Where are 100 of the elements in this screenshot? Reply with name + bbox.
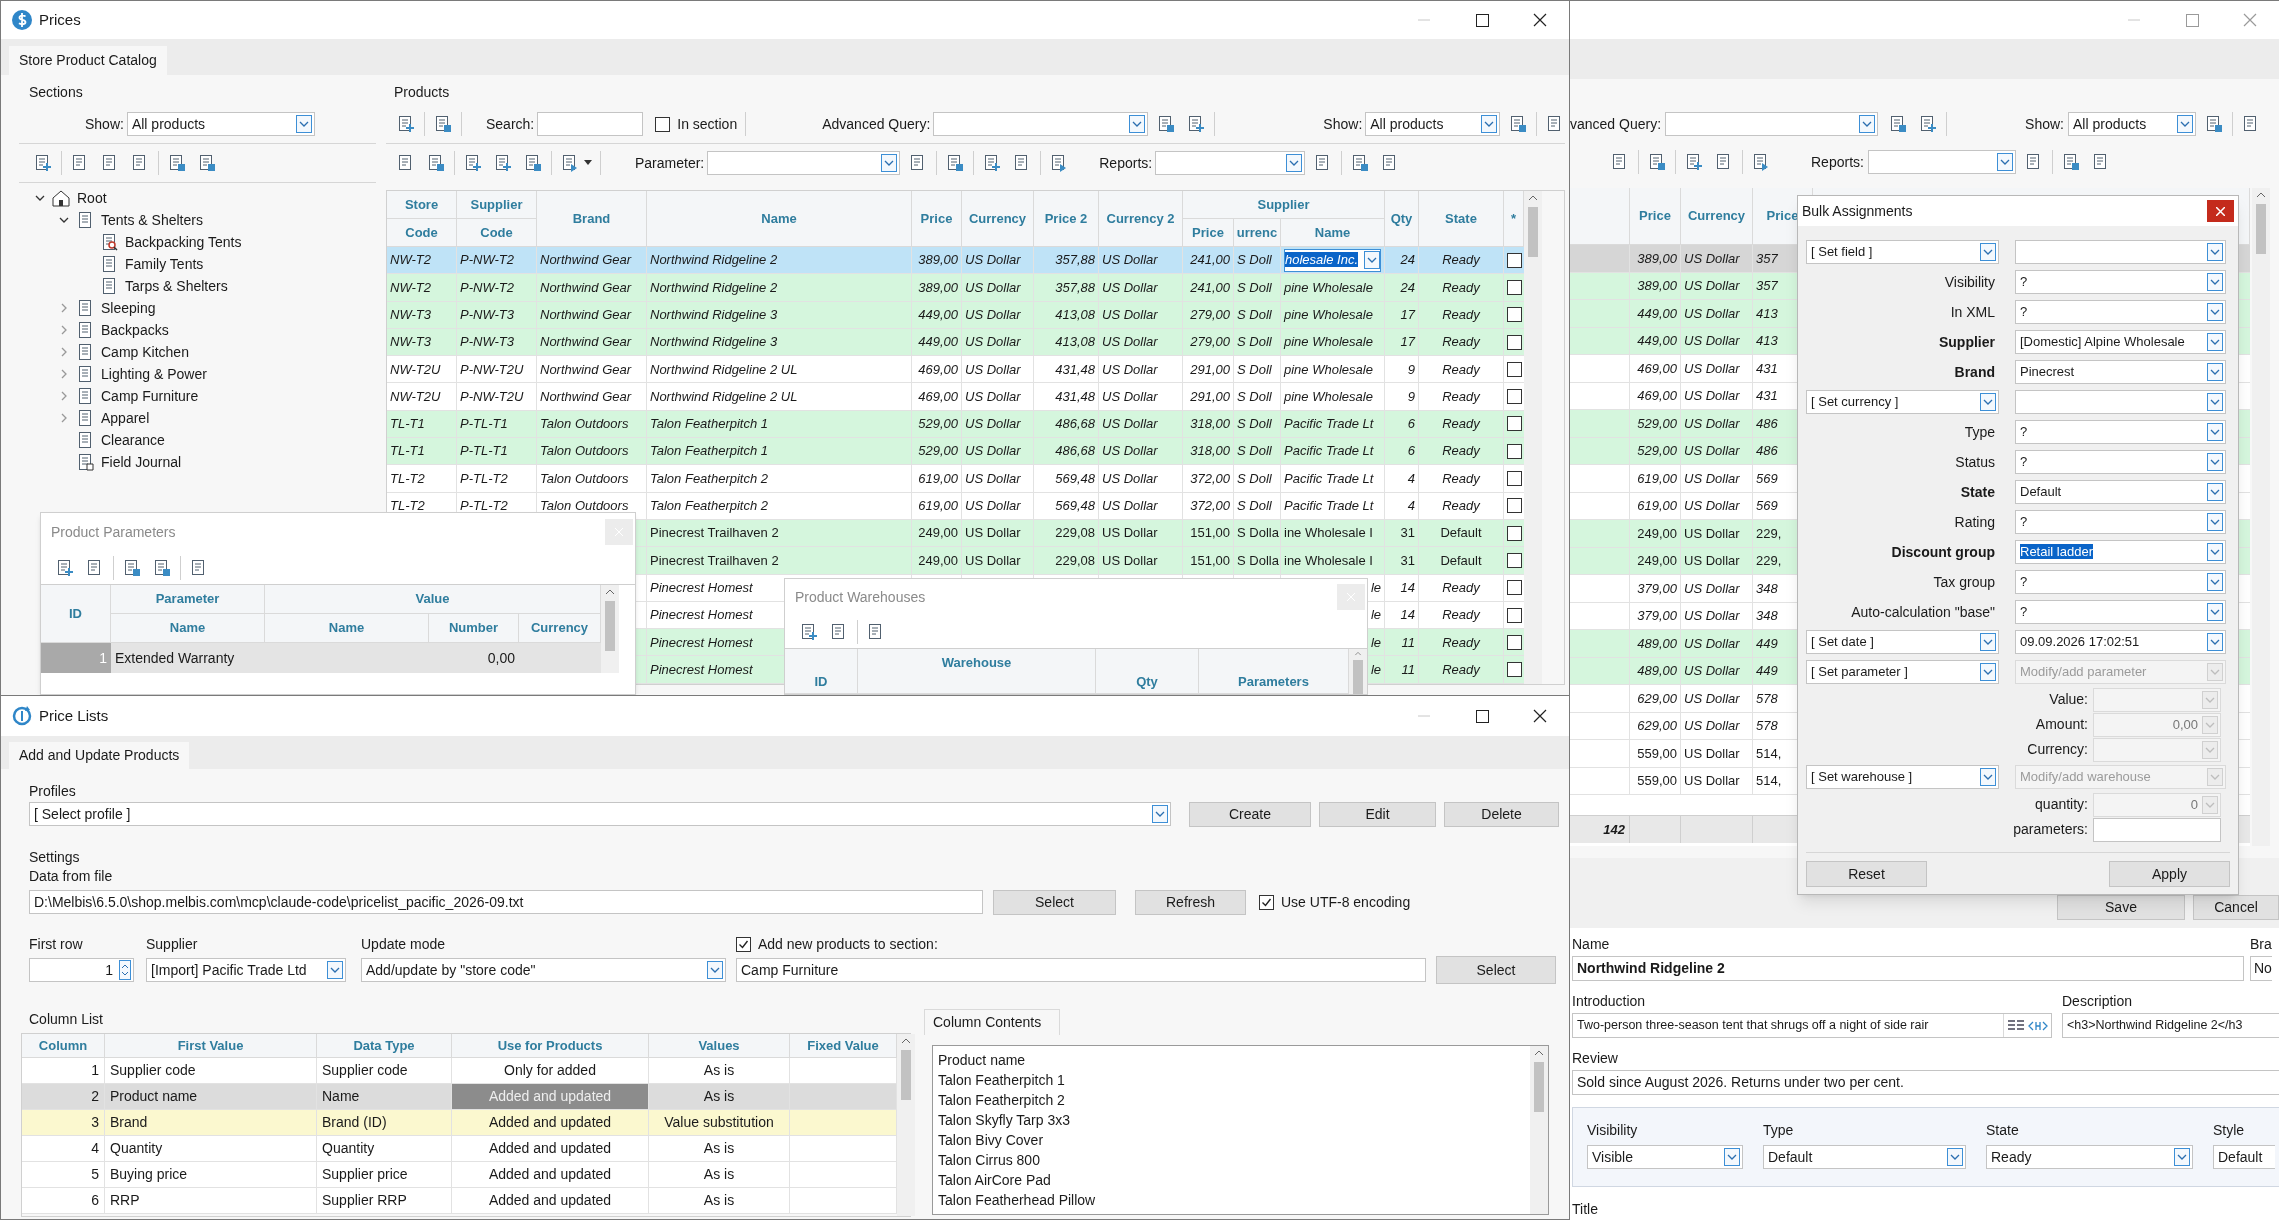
document-icon[interactable] bbox=[433, 114, 453, 134]
checkbox[interactable] bbox=[1506, 525, 1522, 541]
dropdown[interactable]: ? bbox=[2015, 270, 2226, 294]
list-item[interactable]: Talon Featherhead Pillow bbox=[938, 1190, 1530, 1210]
document-icon[interactable] bbox=[523, 153, 543, 173]
document-icon[interactable] bbox=[55, 557, 75, 578]
tree-item[interactable]: Field Journal bbox=[101, 451, 182, 473]
document-icon[interactable] bbox=[167, 153, 187, 173]
checkbox[interactable] bbox=[1506, 307, 1522, 323]
text-field[interactable]: D:\Melbis\6.5.0\shop.melbis.com\mcp\claude-code\pricelist_pacific_2026-09.txt bbox=[29, 890, 983, 914]
profile-button[interactable]: Edit bbox=[1319, 801, 1436, 827]
checkbox[interactable] bbox=[1506, 634, 1522, 650]
grid-icon[interactable] bbox=[2007, 1018, 2025, 1033]
table-row[interactable]: TL-T2 P-TL-T2 Talon Outdoors Talon Featherpitch 2 619,00 US Dollar 569,48 US Dollar 372,00 S Doll Pacific Trade Lt 4 Ready bbox=[387, 465, 1524, 493]
checkbox[interactable] bbox=[655, 116, 671, 132]
list-item[interactable]: Product name bbox=[938, 1050, 1530, 1070]
document-icon[interactable] bbox=[982, 153, 1003, 173]
scrollbar-thumb[interactable] bbox=[901, 1050, 911, 1100]
chevron-right-icon[interactable] bbox=[59, 413, 69, 423]
checkbox[interactable] bbox=[1506, 580, 1522, 596]
cell-editor[interactable]: holesale Inc. bbox=[1284, 248, 1381, 272]
tree-item[interactable]: Clearance bbox=[101, 429, 165, 451]
caret-icon[interactable] bbox=[584, 160, 592, 166]
checkbox[interactable] bbox=[1506, 498, 1522, 514]
refresh-button[interactable]: Refresh bbox=[1135, 889, 1246, 915]
table-row[interactable]: 3 Brand Brand (ID) Added and updated Value substitution bbox=[22, 1110, 897, 1136]
document-icon[interactable] bbox=[1888, 114, 1909, 134]
tree-item[interactable]: Tarps & Shelters bbox=[125, 275, 228, 297]
list-item[interactable]: Talon Bivy Cover bbox=[938, 1130, 1530, 1150]
text-field[interactable]: Northwind Ridgeline 2 bbox=[1572, 956, 2244, 981]
document-icon[interactable] bbox=[1508, 114, 1529, 134]
dropdown[interactable]: Default bbox=[1763, 1145, 1966, 1169]
document-icon[interactable] bbox=[152, 557, 172, 578]
reset-button[interactable]: Reset bbox=[1806, 861, 1927, 887]
checkbox[interactable] bbox=[1506, 334, 1522, 350]
chevron-right-icon[interactable] bbox=[59, 303, 69, 313]
document-icon[interactable] bbox=[197, 153, 217, 173]
checkbox[interactable] bbox=[1506, 443, 1522, 459]
list-item[interactable]: Talon Featherpitch 1 bbox=[938, 1070, 1530, 1090]
chevron-right-icon[interactable] bbox=[59, 391, 69, 401]
document-icon[interactable] bbox=[1684, 152, 1704, 172]
document-icon[interactable] bbox=[493, 153, 513, 173]
list-item[interactable]: Talon Skyfly Tarp 3x3 bbox=[938, 1110, 1530, 1130]
checkbox[interactable] bbox=[1506, 279, 1522, 295]
tree-item[interactable]: Camp Kitchen bbox=[101, 341, 189, 363]
cancel-button[interactable]: Cancel bbox=[2193, 895, 2279, 920]
column-header[interactable]: ID bbox=[785, 649, 858, 694]
document-icon[interactable] bbox=[945, 153, 966, 173]
dropdown[interactable]: ? bbox=[2015, 300, 2226, 324]
chevron-right-icon[interactable] bbox=[59, 347, 69, 357]
tree-item[interactable]: Lighting & Power bbox=[101, 363, 207, 385]
document-icon[interactable] bbox=[2204, 114, 2224, 134]
text-field[interactable]: Sold since August 2026. Returns under two per cent. bbox=[1572, 1070, 2279, 1095]
dropdown[interactable]: Default bbox=[2015, 480, 2226, 504]
table-row[interactable]: NW-T2U P-NW-T2U Northwind Gear Northwind Ridgeline 2 UL 469,00 US Dollar 431,48 US Dollar 291,00 S Doll pine Wholesale 9 Ready bbox=[387, 356, 1524, 384]
dropdown[interactable]: ? bbox=[2015, 420, 2226, 444]
document-icon[interactable] bbox=[122, 557, 142, 578]
document-icon[interactable] bbox=[1918, 114, 1939, 134]
scrollbar[interactable] bbox=[1349, 649, 1367, 694]
dropdown[interactable]: All products bbox=[126, 112, 315, 136]
dropdown[interactable]: ? bbox=[2015, 450, 2226, 474]
table-row[interactable]: 1 Supplier code Supplier code Only for added As is bbox=[22, 1058, 897, 1084]
tab[interactable]: Add and Update Products bbox=[9, 742, 190, 769]
scrollbar-thumb[interactable] bbox=[1353, 660, 1363, 694]
scrollbar[interactable] bbox=[2252, 188, 2270, 846]
profile-button[interactable]: Create bbox=[1189, 801, 1311, 827]
dropdown[interactable]: Visible bbox=[1587, 1145, 1743, 1169]
checkbox[interactable] bbox=[1506, 416, 1522, 432]
document-icon[interactable] bbox=[799, 621, 819, 642]
close-button[interactable] bbox=[2207, 200, 2234, 222]
table-row[interactable]: 6 RRP Supplier RRP Added and updated As is bbox=[22, 1188, 897, 1214]
tree-item[interactable]: Tents & Shelters bbox=[101, 209, 203, 231]
tree-item[interactable]: Backpacking Tents bbox=[125, 231, 242, 253]
table-row[interactable]: 1 Extended Warranty 0,00 bbox=[41, 643, 601, 673]
dropdown[interactable]: [ Set field ] bbox=[1806, 240, 1999, 264]
dropdown[interactable]: ? bbox=[2015, 510, 2226, 534]
number-field[interactable]: 1 bbox=[29, 958, 134, 982]
dropdown[interactable]: Pinecrest bbox=[2015, 360, 2226, 384]
dropdown[interactable]: Retail ladder bbox=[2015, 540, 2226, 564]
column-header[interactable]: Qty bbox=[1096, 649, 1199, 694]
scrollbar-thumb[interactable] bbox=[2256, 204, 2266, 254]
document-icon[interactable] bbox=[1350, 153, 1371, 173]
checkbox[interactable] bbox=[1506, 252, 1522, 268]
table-row[interactable]: 5 Buying price Supplier price Added and updated As is bbox=[22, 1162, 897, 1188]
dropdown[interactable]: Ready bbox=[1986, 1145, 2193, 1169]
checkbox[interactable] bbox=[1259, 894, 1274, 910]
tree-item[interactable]: Family Tents bbox=[125, 253, 204, 275]
checkbox[interactable] bbox=[1506, 389, 1522, 405]
checkbox[interactable] bbox=[1506, 471, 1522, 486]
document-icon[interactable] bbox=[1647, 152, 1667, 172]
dropdown[interactable]: 09.09.2026 17:02:51 bbox=[2015, 630, 2226, 654]
tab[interactable]: Store Product Catalog bbox=[9, 46, 167, 75]
spinner-icon[interactable] bbox=[119, 960, 131, 980]
table-row[interactable]: 4 Quantity Quantity Added and updated As is bbox=[22, 1136, 897, 1162]
scrollbar-thumb[interactable] bbox=[1534, 1062, 1544, 1112]
profile-button[interactable]: Delete bbox=[1444, 801, 1559, 827]
dropdown[interactable]: [ Set date ] bbox=[1806, 630, 1999, 654]
document-icon[interactable] bbox=[1186, 114, 1207, 134]
scrollbar[interactable] bbox=[1524, 191, 1542, 684]
tree-item[interactable]: Camp Furniture bbox=[101, 385, 199, 407]
